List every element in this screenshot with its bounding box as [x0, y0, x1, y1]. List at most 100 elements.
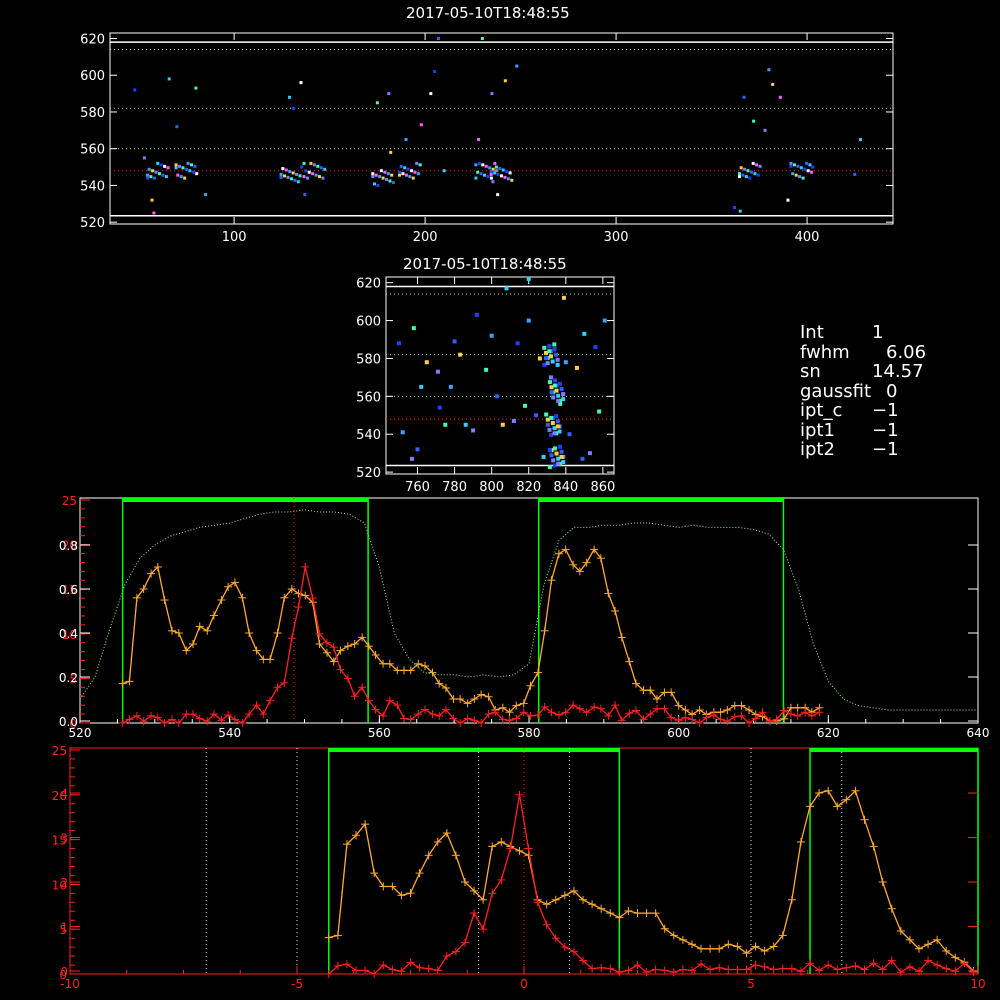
panel1-cluster-pixel — [794, 173, 798, 177]
panel1-cluster-pixel — [796, 164, 800, 168]
panel2-cluster-pixel — [542, 345, 547, 350]
spectrum-plot-xtick-label: 620 — [817, 726, 840, 740]
panel2-xtick-label: 820 — [516, 480, 541, 495]
panel1-pixel — [194, 86, 198, 90]
panel1-cluster-pixel — [151, 169, 155, 173]
figure-canvas: 100 200 300 400520540560580600620760 780 800 8… — [52, 32, 989, 991]
panel2-cluster-pixel — [555, 357, 560, 362]
panel1-pixel — [389, 150, 393, 154]
velocity-plot-ytick-right-label: 2 — [60, 876, 68, 890]
velocity-plot-ytick-right-label: 4 — [60, 787, 68, 801]
panel2-pixel — [463, 422, 468, 427]
panel2-cluster-pixel — [551, 458, 556, 463]
panel1-cluster-pixel — [390, 173, 394, 177]
panel2-cluster-pixel — [545, 361, 550, 366]
panel1-cluster-pixel — [792, 163, 796, 167]
panel2-pixel — [511, 418, 516, 423]
panel1-cluster-pixel — [505, 169, 509, 173]
panel2-pixel — [448, 384, 453, 389]
panel2-cluster-pixel — [555, 362, 560, 367]
panel1-pixel — [375, 101, 379, 105]
panel1-cluster-pixel — [298, 174, 302, 178]
panel2-cluster-pixel — [552, 446, 557, 451]
panel1-pixel — [436, 37, 440, 41]
panel2-cluster-pixel — [545, 422, 550, 427]
panel1-pixel — [763, 128, 767, 132]
velocity-plot-xtick-label: -5 — [291, 977, 303, 991]
info-row-ipt-c: ipt_c −1 — [800, 400, 899, 421]
panel2-cluster-pixel — [556, 393, 561, 398]
panel1-cluster-pixel — [296, 180, 300, 184]
panel1-pixel — [429, 92, 433, 96]
panel1-cluster-pixel — [746, 169, 750, 173]
panel1-pixel — [442, 169, 446, 173]
panel1-cluster-pixel — [489, 169, 493, 173]
panel1-cluster-pixel — [293, 178, 297, 182]
panel1-cluster-pixel — [416, 172, 420, 176]
panel1-cluster-pixel — [166, 166, 170, 170]
panel1-cluster-pixel — [152, 176, 156, 180]
panel1-cluster-pixel — [318, 175, 322, 179]
panel1-cluster-pixel — [145, 176, 149, 180]
panel1-cluster-pixel — [154, 170, 158, 174]
panel1-pixel — [203, 193, 207, 197]
panel1-xtick-label: 200 — [413, 230, 438, 245]
spectrum-plot-ytick-right-label: 0.8 — [59, 539, 78, 553]
panel1-cluster-pixel — [751, 161, 755, 165]
panel1-cluster-pixel — [321, 176, 325, 180]
panel1-cluster-pixel — [178, 164, 182, 168]
panel1-cluster-pixel — [174, 166, 178, 170]
panel1-cluster-pixel — [503, 175, 507, 179]
panel1-xtick-label: 400 — [795, 230, 820, 245]
panel1-cluster-pixel — [741, 173, 745, 177]
panel2-cluster-pixel — [559, 449, 564, 454]
panel1-cluster-pixel — [755, 163, 759, 167]
panel1-cluster-pixel — [193, 164, 197, 168]
panel2-cluster-pixel — [547, 465, 552, 470]
panel2-pixel — [500, 422, 505, 427]
panel2-pixel — [435, 369, 440, 374]
panel2-cluster-pixel — [553, 352, 558, 357]
panel1-pixel — [778, 95, 782, 99]
panel1-cluster-pixel — [481, 163, 485, 167]
panel1-pixel — [291, 106, 295, 110]
panel1-pixel — [175, 125, 179, 129]
panel1-cluster-pixel — [284, 168, 288, 172]
panel1-cluster-pixel — [418, 163, 422, 167]
panel1-cluster-pixel — [404, 173, 408, 177]
panel1-frame — [109, 32, 894, 225]
panel1-ytick-label: 600 — [80, 69, 105, 84]
panel1-ytick-label: 540 — [80, 179, 105, 194]
panel1-cluster-pixel — [479, 172, 483, 176]
panel2-ytick-label: 580 — [356, 352, 381, 367]
panel1-cluster-pixel — [743, 167, 747, 171]
panel2-cluster-pixel — [550, 421, 555, 426]
spectrum-plot-series-line-0 — [122, 548, 820, 722]
panel1-ytick-label: 620 — [80, 33, 105, 48]
panel2-cluster-pixel — [551, 395, 556, 400]
panel1-cluster-pixel — [184, 167, 188, 171]
panel2-ytick-label: 600 — [356, 315, 381, 330]
panel1-cluster-pixel — [174, 163, 178, 167]
panel2-xtick-label: 860 — [590, 480, 615, 495]
panel1-cluster-pixel — [388, 179, 392, 183]
panel1-pixel — [490, 92, 494, 96]
velocity-plot-ytick-right-label: 0 — [60, 965, 68, 979]
panel2-pixel — [409, 456, 414, 461]
panel2-pixel — [574, 365, 579, 370]
panel2-cluster-pixel — [549, 453, 554, 458]
panel1-pixel — [152, 211, 156, 215]
panel1-pixel — [853, 172, 857, 176]
panel2-pixel — [548, 375, 553, 380]
panel1-cluster-pixel — [799, 166, 803, 170]
panel1-cluster-pixel — [316, 164, 320, 168]
panel1-cluster-pixel — [749, 170, 753, 174]
info-row-sn: sn 14.57 — [800, 361, 924, 382]
panel2-xtick-label: 800 — [479, 480, 504, 495]
panel1-cluster-pixel — [288, 169, 292, 173]
panel2-pixel — [567, 432, 572, 437]
panel1-cluster-pixel — [183, 176, 187, 180]
panel1-cluster-pixel — [371, 175, 375, 179]
panel2-cluster-pixel — [552, 342, 557, 347]
panel2-title: 2017-05-10T18:48:55 — [403, 255, 567, 273]
